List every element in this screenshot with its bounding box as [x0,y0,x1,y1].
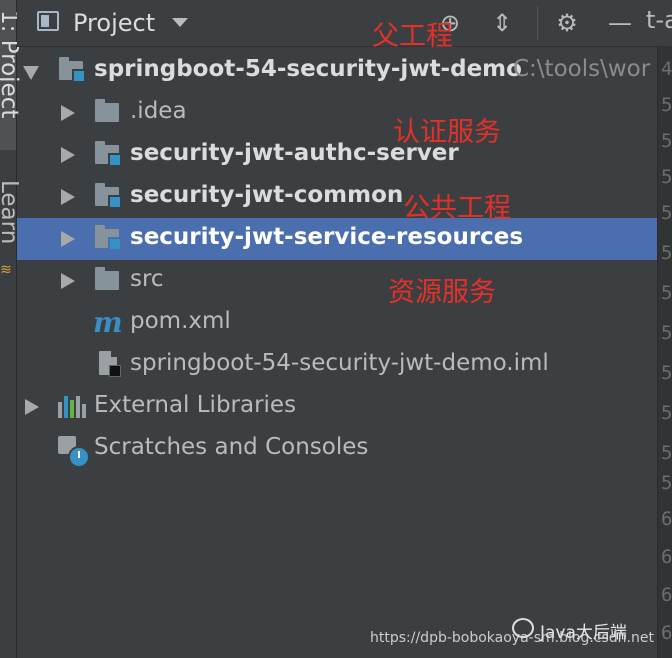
tree-item-label: pom.xml [130,308,231,334]
gutter-line-number: 5 [661,166,672,188]
gutter-line-number: 5 [661,282,672,304]
gutter-line-number: 5 [661,402,672,424]
project-panel-header: Project ⊕ ⇕ ⚙ — [17,0,657,47]
gutter-line-number: 5 [661,130,672,152]
gutter-line-number: 5 [661,442,672,464]
expand-arrow-icon[interactable] [61,273,75,289]
tree-row-service-resources[interactable]: security-jwt-service-resources [17,218,657,260]
gutter-line-number: 6 [661,584,672,606]
tree-root-path: C:\tools\wor [513,56,651,82]
maven-icon: m [93,306,123,339]
editor-line-gutter: 4 5 5 5 5 5 5 5 5 5 5 5 6 6 6 6 [657,46,672,658]
project-view-title[interactable]: Project [73,9,155,37]
module-folder-icon [95,225,122,251]
expand-arrow-icon[interactable] [61,189,75,205]
expand-arrow-icon[interactable] [25,399,39,415]
tree-item-label: Scratches and Consoles [94,434,369,460]
annotation-resource-service: 资源服务 [388,277,496,308]
gear-icon[interactable]: ⚙ [552,8,582,38]
project-tool-tab[interactable]: 1: Project [0,0,22,150]
gutter-line-number: 6 [661,546,672,568]
expand-arrow-icon[interactable] [23,66,39,80]
tree-row-common[interactable]: security-jwt-common [17,176,657,218]
scratches-icon [58,436,90,468]
gutter-line-number: 4 [661,58,672,80]
gutter-line-number: 5 [661,242,672,264]
gutter-line-number: 6 [661,508,672,530]
gutter-line-number: 5 [661,94,672,116]
tree-row-root[interactable]: springboot-54-security-jwt-demo C:\tools… [17,50,657,92]
expand-arrow-icon[interactable] [61,105,75,121]
chevron-down-icon[interactable] [172,18,188,27]
tree-row-src[interactable]: src [17,260,657,302]
iml-file-icon [99,351,121,377]
expand-arrow-icon[interactable] [61,147,75,163]
folder-icon [95,267,119,290]
gutter-line-number: 5 [661,362,672,384]
project-view-icon [37,11,59,31]
module-folder-icon [95,141,122,167]
tree-root-label: springboot-54-security-jwt-demo [94,56,522,82]
gutter-line-number: 5 [661,322,672,344]
tree-row-pom[interactable]: m pom.xml [17,302,657,344]
tree-row-iml[interactable]: springboot-54-security-jwt-demo.iml [17,344,657,386]
gutter-line-number: 5 [661,472,672,494]
annotation-parent-project: 父工程 [372,21,453,52]
tree-row-authc-server[interactable]: security-jwt-authc-server [17,134,657,176]
collapse-all-icon[interactable]: ⇕ [487,8,517,38]
expand-arrow-icon[interactable] [61,231,75,247]
project-tree: springboot-54-security-jwt-demo C:\tools… [17,46,657,658]
annotation-auth-service: 认证服务 [393,117,501,148]
watermark-url: https://dpb-bobokaoya-sm.blog.csdn.net [370,630,654,646]
annotation-common-project: 公共工程 [403,193,511,224]
tree-item-label: .idea [130,98,187,124]
tree-item-label: security-jwt-common [130,182,404,208]
tree-row-scratches[interactable]: Scratches and Consoles [17,428,657,470]
tree-item-label: springboot-54-security-jwt-demo.iml [130,350,549,376]
tree-row-idea[interactable]: .idea [17,92,657,134]
module-folder-icon [59,57,86,83]
folder-icon [95,99,119,122]
module-folder-icon [95,183,122,209]
libraries-icon [58,396,86,418]
tree-item-label: security-jwt-service-resources [130,224,524,250]
learn-icon: ≋ [0,262,12,278]
header-divider [537,6,538,40]
minimize-icon[interactable]: — [605,8,635,38]
gutter-line-number: 6 [661,622,672,644]
gutter-line-number: 5 [661,202,672,224]
tree-row-external-libraries[interactable]: External Libraries [17,386,657,428]
editor-tab-fragment[interactable]: t-a [646,6,672,44]
tree-item-label: External Libraries [94,392,297,418]
left-tool-strip: 1: Project Learn ≋ [0,0,22,658]
tree-item-label: src [130,266,164,292]
